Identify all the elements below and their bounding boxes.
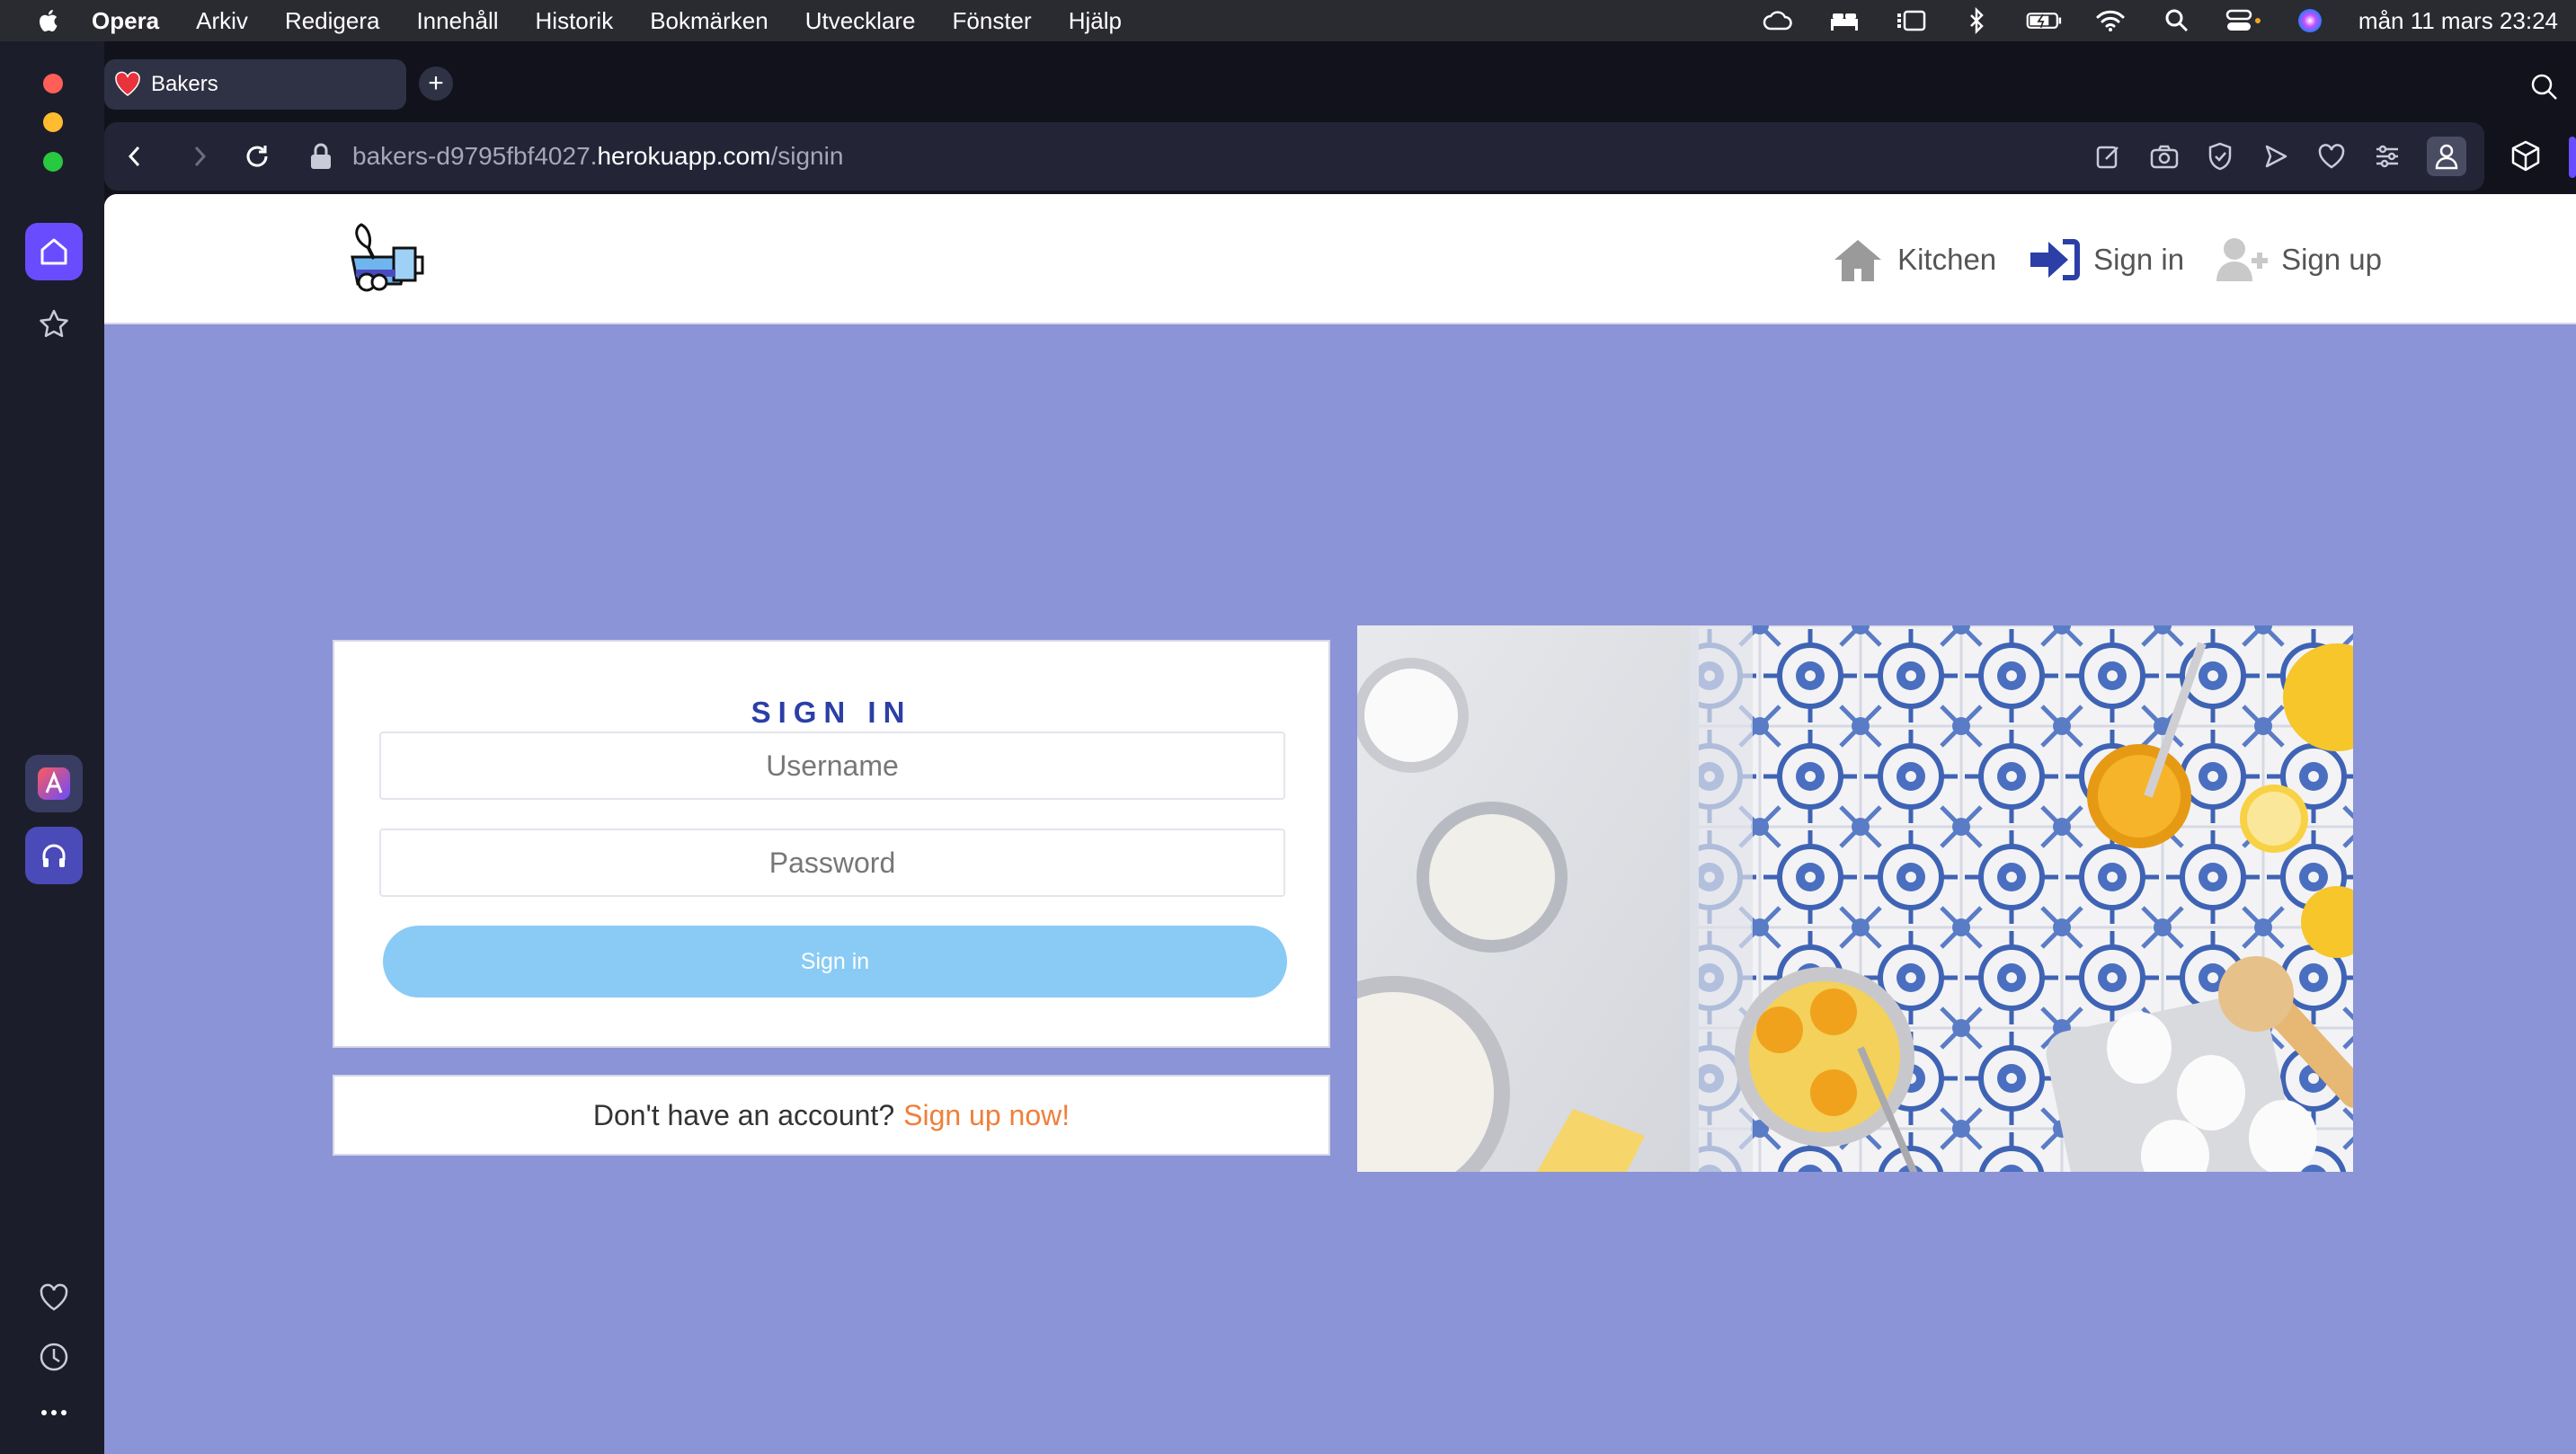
sidebar-accent-bar	[2569, 137, 2576, 178]
signup-now-link[interactable]: Sign up now!	[903, 1099, 1070, 1132]
heart-icon	[40, 1283, 68, 1311]
tab-title: Bakers	[151, 72, 218, 96]
user-icon	[2435, 144, 2458, 170]
bed-icon[interactable]	[1826, 7, 1862, 34]
menu-app-name[interactable]: Opera	[92, 7, 159, 35]
bookmark-page-button[interactable]	[2315, 140, 2348, 173]
back-button[interactable]	[117, 138, 153, 174]
bluetooth-icon[interactable]	[1959, 7, 1995, 34]
signin-form-card: SIGN IN Sign in	[333, 640, 1330, 1048]
sidebar-bookmarks-button[interactable]	[25, 1269, 83, 1326]
star-icon	[40, 309, 68, 338]
menu-innehall[interactable]: Innehåll	[416, 7, 498, 35]
signup-prompt-text: Don't have an account?	[592, 1098, 895, 1131]
signin-title: SIGN IN	[751, 696, 912, 729]
stage-manager-icon[interactable]	[1893, 7, 1929, 34]
heart-favicon-icon	[115, 71, 140, 96]
house-icon	[1834, 239, 1882, 281]
menu-arkiv[interactable]: Arkiv	[196, 7, 248, 35]
sidebar-speed-dial-button[interactable]	[25, 296, 83, 353]
menu-redigera[interactable]: Redigera	[285, 7, 380, 35]
control-center-icon[interactable]	[2225, 7, 2261, 34]
macos-menu-bar: Opera Arkiv Redigera Innehåll Historik B…	[0, 0, 2576, 41]
signin-submit-button[interactable]: Sign in	[383, 926, 1287, 997]
adblocker-button[interactable]	[2204, 140, 2236, 173]
heart-outline-icon	[2318, 144, 2345, 169]
battery-icon[interactable]	[2026, 7, 2062, 34]
chevron-left-icon	[128, 146, 140, 167]
url-domain: herokuapp.com	[597, 142, 771, 170]
new-tab-button[interactable]: +	[419, 66, 453, 101]
url-field[interactable]: bakers-d9795fbf4027. herokuapp.com/signin	[352, 122, 843, 191]
menu-fonster[interactable]: Fönster	[953, 7, 1032, 35]
nav-signin-link[interactable]: Sign in	[2027, 235, 2184, 285]
sidebar-more-button[interactable]	[25, 1384, 83, 1441]
edit-icon	[2096, 146, 2119, 169]
siri-icon[interactable]	[2292, 7, 2328, 34]
add-user-icon	[2216, 237, 2269, 281]
baking-ingredients-image	[1357, 625, 2353, 1172]
profile-button[interactable]	[2427, 137, 2466, 176]
tab-search-icon[interactable]	[2529, 72, 2560, 102]
url-subdomain: bakers-d9795fbf4027.	[352, 142, 598, 170]
address-bar: bakers-d9795fbf4027. herokuapp.com/signin	[104, 122, 2484, 191]
creative-cloud-icon[interactable]	[1760, 7, 1796, 34]
sliders-icon	[2376, 145, 2398, 168]
sidebar-music-player-button[interactable]	[25, 827, 83, 884]
home-icon	[40, 238, 67, 265]
sidebar-aria-button[interactable]	[25, 755, 83, 812]
spotlight-search-icon[interactable]	[2159, 7, 2195, 34]
menu-historik[interactable]: Historik	[536, 7, 614, 35]
edit-page-button[interactable]	[2092, 140, 2125, 173]
menu-hjalp[interactable]: Hjälp	[1069, 7, 1122, 35]
nav-signin-label: Sign in	[2093, 242, 2185, 276]
nav-signup-link[interactable]: Sign up	[2215, 235, 2382, 285]
web-page: Kitchen Sign in Sign up SIGN IN Sign in …	[104, 194, 2576, 1454]
username-input[interactable]	[379, 731, 1285, 800]
nav-signup-label: Sign up	[2281, 242, 2382, 276]
sign-in-arrow-icon	[2030, 238, 2081, 280]
bakers-logo-icon[interactable]	[340, 221, 428, 297]
nav-kitchen-label: Kitchen	[1897, 242, 1997, 276]
flow-button[interactable]	[2260, 140, 2292, 173]
apple-logo-icon[interactable]	[36, 7, 63, 34]
send-icon	[2265, 145, 2287, 168]
site-navbar: Kitchen Sign in Sign up	[104, 194, 2576, 324]
easy-setup-button[interactable]	[2371, 140, 2403, 173]
browser-tab[interactable]: Bakers	[104, 59, 406, 110]
chevron-right-icon	[194, 146, 207, 167]
nav-kitchen-link[interactable]: Kitchen	[1831, 235, 1996, 285]
shield-icon	[2208, 142, 2232, 171]
sidebar-history-button[interactable]	[25, 1328, 83, 1386]
forward-button[interactable]	[182, 138, 218, 174]
url-path: /signin	[770, 142, 844, 170]
reload-icon	[246, 146, 268, 167]
sidebar-home-button[interactable]	[25, 223, 83, 280]
aria-icon	[38, 767, 70, 800]
clock-icon	[40, 1343, 68, 1371]
menu-clock[interactable]: mån 11 mars 23:24	[2358, 7, 2558, 35]
window-minimize-button[interactable]	[43, 112, 63, 132]
camera-icon	[2150, 145, 2179, 169]
window-close-button[interactable]	[43, 74, 63, 93]
signup-prompt-card: Don't have an account? Sign up now!	[333, 1075, 1330, 1156]
menu-utvecklare[interactable]: Utvecklare	[805, 7, 916, 35]
ellipsis-icon	[41, 1410, 67, 1415]
window-fullscreen-button[interactable]	[43, 152, 63, 172]
reload-button[interactable]	[239, 138, 275, 174]
headphones-icon	[42, 844, 66, 867]
wifi-icon[interactable]	[2092, 7, 2128, 34]
lock-icon[interactable]	[307, 142, 334, 171]
extensions-cube-icon[interactable]	[2508, 137, 2544, 176]
snapshot-button[interactable]	[2148, 140, 2181, 173]
menu-bokmarken[interactable]: Bokmärken	[650, 7, 768, 35]
password-input[interactable]	[379, 829, 1285, 897]
